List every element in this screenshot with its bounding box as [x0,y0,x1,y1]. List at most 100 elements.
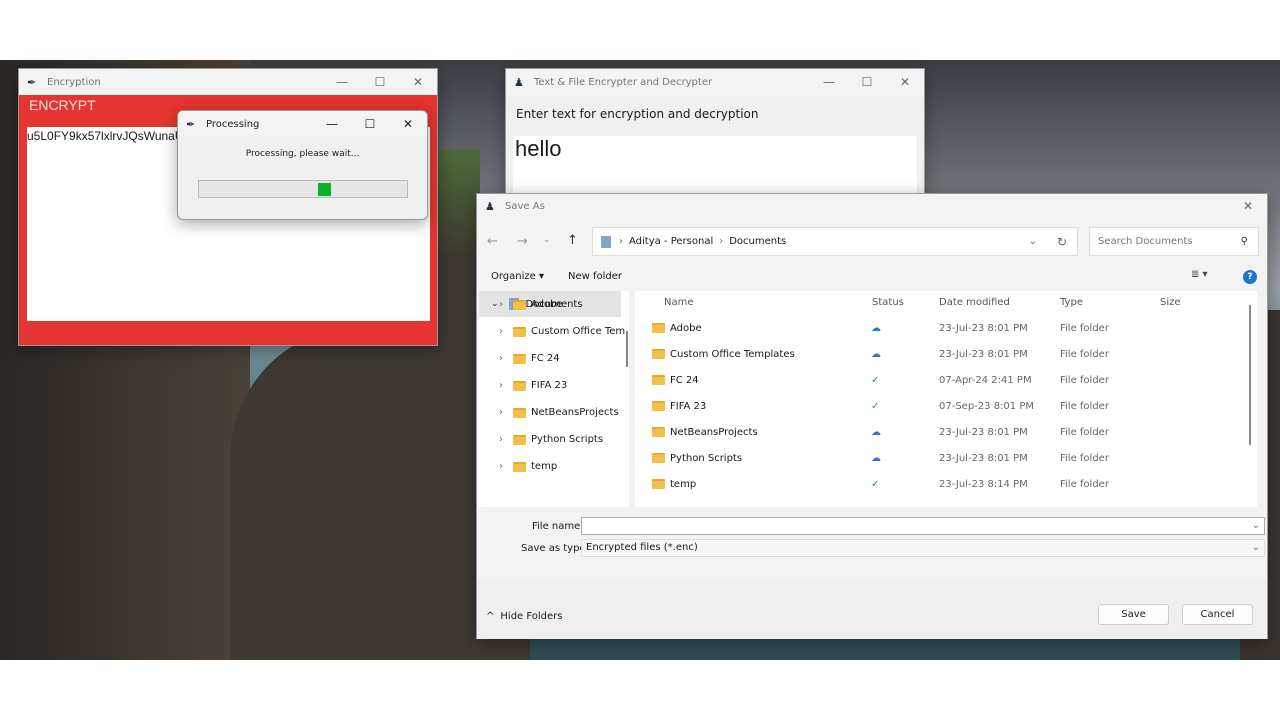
hide-folders-button[interactable]: ^ Hide Folders [486,611,562,622]
organize-button[interactable]: Organize ▾ [491,271,544,282]
folder-icon [652,322,665,333]
file-list-scrollbar[interactable] [1249,305,1251,445]
progress-indicator [318,183,331,196]
chevron-right-icon[interactable]: › [499,326,503,337]
chevron-right-icon[interactable]: › [499,353,503,364]
file-row[interactable]: temp ✓ 23-Jul-23 8:14 PM File folder [635,471,1257,497]
dialog-title: Processing [206,118,260,130]
folder-icon [513,299,526,310]
sidebar-item[interactable]: › Custom Office Tem [479,318,629,345]
maximize-button[interactable]: ☐ [361,69,399,95]
file-row[interactable]: NetBeansProjects ☁ 23-Jul-23 8:01 PM Fil… [635,419,1257,445]
close-button[interactable]: ✕ [389,111,427,137]
folder-icon [513,407,526,418]
column-status[interactable]: Status [872,297,904,308]
column-date[interactable]: Date modified [939,297,1010,308]
search-icon: ⚲ [1240,236,1248,247]
chevron-up-icon: ^ [486,611,495,622]
prompt-label: Enter text for encryption and decryption [516,107,759,121]
feather-icon: ✒ [27,75,37,89]
folder-icon [513,380,526,391]
file-date: 23-Jul-23 8:01 PM [939,452,1028,464]
folder-icon [652,452,665,463]
cloud-icon: ☁ [871,426,881,438]
title-bar: ♟ Text & File Encrypter and Decrypter — ☐ ✕ [506,69,924,95]
save-button[interactable]: Save [1098,604,1169,625]
file-name-input[interactable]: ⌄ [581,517,1265,535]
sidebar-item[interactable]: › Python Scripts [479,426,629,453]
folder-icon [513,326,526,337]
chevron-right-icon[interactable]: › [499,434,503,445]
minimize-button[interactable]: — [313,111,351,137]
processing-message: Processing, please wait... [245,149,360,159]
chevron-right-icon[interactable]: › [499,380,503,391]
up-icon[interactable]: ↑ [567,233,578,248]
close-button[interactable]: ✕ [1229,194,1267,220]
file-row[interactable]: Custom Office Templates ☁ 23-Jul-23 8:01… [635,341,1257,367]
recent-chevron-icon[interactable]: ⌄ [543,235,551,245]
address-dropdown-icon[interactable]: ⌄ [1029,236,1037,247]
file-name: Adobe [670,322,702,334]
column-headers: Name Status Date modified Type Size [635,291,1257,313]
folder-icon [652,426,665,437]
column-size[interactable]: Size [1160,297,1181,308]
app-icon: ♟ [485,199,495,213]
file-name: FIFA 23 [670,400,707,412]
file-row[interactable]: Adobe ☁ 23-Jul-23 8:01 PM File folder [635,315,1257,341]
documents-icon [601,235,611,248]
file-type: File folder [1060,452,1109,464]
sidebar-item[interactable]: › Adobe [479,291,629,318]
folder-icon [513,353,526,364]
sidebar-item[interactable]: › FC 24 [479,345,629,372]
search-input[interactable]: Search Documents ⚲ [1089,227,1259,256]
save-as-dialog: ♟ Save As ✕ ← → ⌄ ↑ › Aditya - Personal ›… [476,193,1268,639]
dropdown-icon[interactable]: ⌄ [1252,518,1260,534]
file-name: NetBeansProjects [670,426,758,438]
file-row[interactable]: Python Scripts ☁ 23-Jul-23 8:01 PM File … [635,445,1257,471]
view-options-icon[interactable]: ≣ ▾ [1191,269,1208,280]
help-icon[interactable]: ? [1243,270,1257,284]
sidebar-item[interactable]: › FIFA 23 [479,372,629,399]
cloud-icon: ☁ [871,348,881,360]
file-type: File folder [1060,322,1109,334]
sidebar-item[interactable]: › temp [479,453,629,480]
app-icon: ♟ [514,75,524,89]
sidebar-scrollbar[interactable] [626,331,628,367]
search-placeholder: Search Documents [1098,236,1193,247]
minimize-button[interactable]: — [810,69,848,95]
chevron-right-icon[interactable]: › [499,461,503,472]
breadcrumb-item[interactable]: Documents [729,236,786,247]
close-button[interactable]: ✕ [886,69,924,95]
synced-check-icon: ✓ [871,478,880,490]
file-date: 23-Jul-23 8:01 PM [939,322,1028,334]
maximize-button[interactable]: ☐ [351,111,389,137]
sidebar-item[interactable]: › NetBeansProjects [479,399,629,426]
file-name: Custom Office Templates [670,348,795,360]
breadcrumb-item[interactable]: Aditya - Personal [629,236,713,247]
file-type: File folder [1060,348,1109,360]
refresh-icon[interactable]: ↻ [1057,235,1067,249]
encrypt-header: ENCRYPT [29,97,96,113]
new-folder-button[interactable]: New folder [568,271,622,282]
chevron-right-icon[interactable]: › [499,407,503,418]
back-icon[interactable]: ← [487,234,498,249]
file-date: 07-Apr-24 2:41 PM [939,374,1032,386]
dropdown-icon[interactable]: ⌄ [1252,540,1260,556]
cancel-button[interactable]: Cancel [1182,604,1253,625]
file-name: FC 24 [670,374,699,386]
feather-icon: ✒ [186,117,196,131]
file-type: File folder [1060,426,1109,438]
synced-check-icon: ✓ [871,374,880,386]
save-type-select[interactable]: Encrypted files (*.enc) ⌄ [581,539,1265,557]
forward-icon[interactable]: → [517,234,528,249]
file-row[interactable]: FIFA 23 ✓ 07-Sep-23 8:01 PM File folder [635,393,1257,419]
close-button[interactable]: ✕ [399,69,437,95]
chevron-right-icon[interactable]: › [499,299,503,310]
column-name[interactable]: Name [664,297,694,308]
maximize-button[interactable]: ☐ [848,69,886,95]
address-bar[interactable]: › Aditya - Personal › Documents ⌄ ↻ [592,227,1078,256]
file-row[interactable]: FC 24 ✓ 07-Apr-24 2:41 PM File folder [635,367,1257,393]
minimize-button[interactable]: — [323,69,361,95]
column-type[interactable]: Type [1060,297,1083,308]
file-date: 23-Jul-23 8:14 PM [939,478,1028,490]
